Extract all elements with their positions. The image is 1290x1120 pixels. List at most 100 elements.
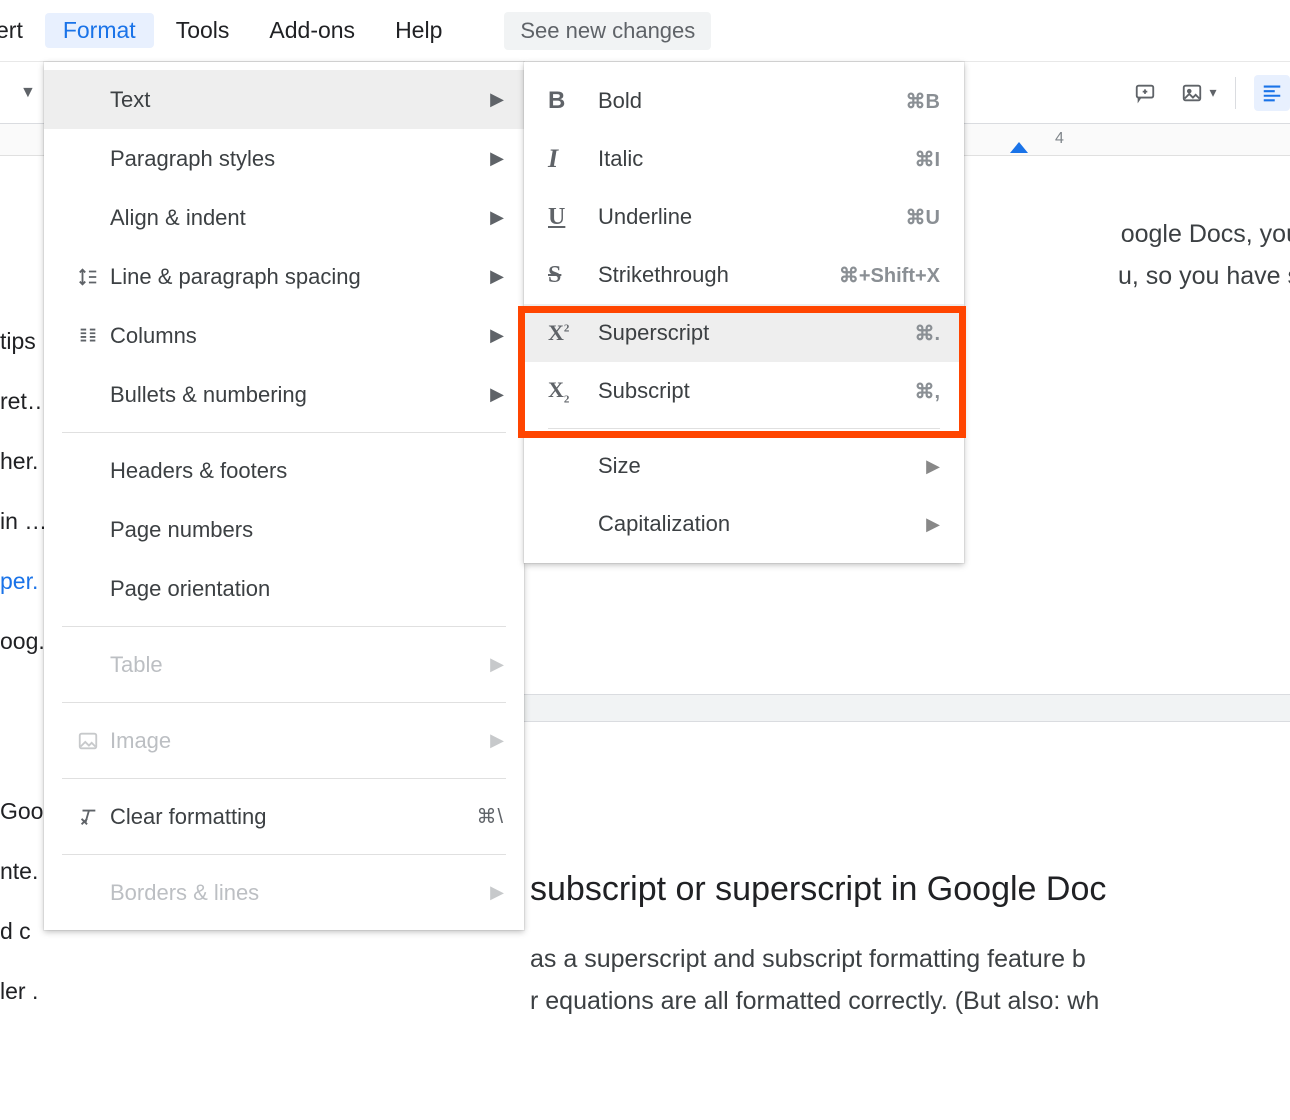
menu-borders-lines: Borders & lines ▶: [44, 863, 524, 922]
submenu-label: Size: [598, 453, 926, 479]
submenu-underline[interactable]: U Underline ⌘U: [524, 188, 964, 246]
menu-separator: [62, 854, 506, 855]
menu-headers-footers[interactable]: Headers & footers: [44, 441, 524, 500]
menu-align-indent[interactable]: Align & indent ▶: [44, 188, 524, 247]
italic-icon: I: [548, 144, 598, 174]
menu-text-label: Text: [110, 87, 490, 113]
chevron-right-icon: ▶: [490, 654, 504, 675]
submenu-label: Strikethrough: [598, 262, 839, 288]
chevron-right-icon: ▶: [490, 730, 504, 751]
menu-label: Paragraph styles: [110, 146, 490, 172]
menu-separator: [548, 428, 940, 429]
chevron-right-icon: ▶: [490, 89, 504, 110]
menu-separator: [62, 702, 506, 703]
menu-label: Image: [110, 728, 490, 754]
menu-image: Image ▶: [44, 711, 524, 770]
menu-label: Bullets & numbering: [110, 382, 490, 408]
left-fragment: d c: [0, 918, 31, 945]
menu-tools[interactable]: Tools: [158, 13, 248, 48]
see-new-changes-button[interactable]: See new changes: [504, 12, 711, 50]
document-text: r equations are all formatted correctly.…: [530, 987, 1290, 1016]
insert-image-button[interactable]: [1181, 75, 1217, 111]
menu-paragraph-styles[interactable]: Paragraph styles ▶: [44, 129, 524, 188]
document-text: u, so you have s: [1118, 262, 1290, 291]
menu-line-spacing[interactable]: Line & paragraph spacing ▶: [44, 247, 524, 306]
subscript-icon: X2: [548, 377, 598, 405]
submenu-superscript[interactable]: X2 Superscript ⌘.: [524, 304, 964, 362]
submenu-strikethrough[interactable]: S Strikethrough ⌘+Shift+X: [524, 246, 964, 304]
underline-icon: U: [548, 204, 598, 231]
align-left-button[interactable]: [1254, 75, 1290, 111]
menu-separator: [62, 432, 506, 433]
left-fragment: ret…: [0, 388, 50, 415]
left-fragment: her.: [0, 448, 38, 475]
menu-columns[interactable]: Columns ▶: [44, 306, 524, 365]
chevron-right-icon: ▶: [926, 456, 940, 477]
menu-page-orientation[interactable]: Page orientation: [44, 559, 524, 618]
menu-label: Page orientation: [110, 576, 504, 602]
left-fragment[interactable]: per.: [0, 568, 38, 595]
chevron-right-icon: ▶: [490, 882, 504, 903]
menu-label: Page numbers: [110, 517, 504, 543]
menu-page-numbers[interactable]: Page numbers: [44, 500, 524, 559]
chevron-right-icon: ▶: [490, 207, 504, 228]
left-fragment: tips: [0, 328, 36, 355]
menu-text[interactable]: Text ▶: [44, 70, 524, 129]
menu-bullets-numbering[interactable]: Bullets & numbering ▶: [44, 365, 524, 424]
document-heading: subscript or superscript in Google Doc: [530, 870, 1290, 909]
document-text: oogle Docs, you: [1121, 220, 1290, 249]
left-fragment: nte.: [0, 858, 38, 885]
ruler-mark: 4: [1055, 130, 1064, 148]
menu-insert[interactable]: ert: [0, 13, 41, 48]
bold-icon: B: [548, 87, 598, 115]
left-fragment: ler .: [0, 978, 38, 1005]
submenu-shortcut: ⌘,: [914, 379, 940, 404]
line-spacing-icon: [66, 266, 110, 288]
submenu-shortcut: ⌘B: [906, 89, 940, 114]
chevron-right-icon: ▶: [490, 148, 504, 169]
submenu-label: Subscript: [598, 378, 914, 404]
text-submenu: B Bold ⌘B I Italic ⌘I U Underline ⌘U S S…: [524, 62, 964, 563]
submenu-shortcut: ⌘+Shift+X: [839, 263, 940, 288]
left-fragment: Goo.: [0, 798, 50, 825]
submenu-bold[interactable]: B Bold ⌘B: [524, 72, 964, 130]
menu-label: Headers & footers: [110, 458, 504, 484]
strikethrough-icon: S: [548, 262, 598, 289]
chevron-right-icon: ▶: [490, 325, 504, 346]
submenu-shortcut: ⌘U: [906, 205, 940, 230]
document-text: as a superscript and subscript formattin…: [530, 945, 1290, 974]
submenu-label: Underline: [598, 204, 906, 230]
menu-format[interactable]: Format: [45, 13, 154, 48]
menu-separator: [62, 778, 506, 779]
menu-help[interactable]: Help: [377, 13, 460, 48]
submenu-label: Bold: [598, 88, 906, 114]
menu-label: Borders & lines: [110, 880, 490, 906]
chevron-right-icon: ▶: [490, 266, 504, 287]
submenu-shortcut: ⌘I: [914, 147, 940, 172]
menu-label: Align & indent: [110, 205, 490, 231]
image-icon: [1181, 82, 1203, 104]
submenu-subscript[interactable]: X2 Subscript ⌘,: [524, 362, 964, 420]
toolbar-left-caret-icon[interactable]: ▼: [20, 84, 36, 102]
menu-addons[interactable]: Add-ons: [251, 13, 373, 48]
menu-separator: [62, 626, 506, 627]
indent-marker-icon[interactable]: [1010, 142, 1028, 153]
submenu-italic[interactable]: I Italic ⌘I: [524, 130, 964, 188]
format-dropdown: Text ▶ Paragraph styles ▶ Align & indent…: [44, 62, 524, 930]
menu-clear-formatting[interactable]: Clear formatting ⌘\: [44, 787, 524, 846]
left-fragment: oog.: [0, 628, 45, 655]
menu-label: Table: [110, 652, 490, 678]
menu-shortcut: ⌘\: [476, 804, 504, 829]
submenu-shortcut: ⌘.: [914, 321, 940, 346]
chevron-right-icon: ▶: [926, 514, 940, 535]
submenu-label: Capitalization: [598, 511, 926, 537]
menu-label: Line & paragraph spacing: [110, 264, 490, 290]
menu-label: Columns: [110, 323, 490, 349]
comment-plus-icon: [1134, 82, 1156, 104]
menu-table: Table ▶: [44, 635, 524, 694]
submenu-label: Superscript: [598, 320, 914, 346]
add-comment-button[interactable]: [1127, 75, 1163, 111]
submenu-size[interactable]: Size ▶: [524, 437, 964, 495]
columns-icon: [66, 325, 110, 347]
submenu-capitalization[interactable]: Capitalization ▶: [524, 495, 964, 553]
